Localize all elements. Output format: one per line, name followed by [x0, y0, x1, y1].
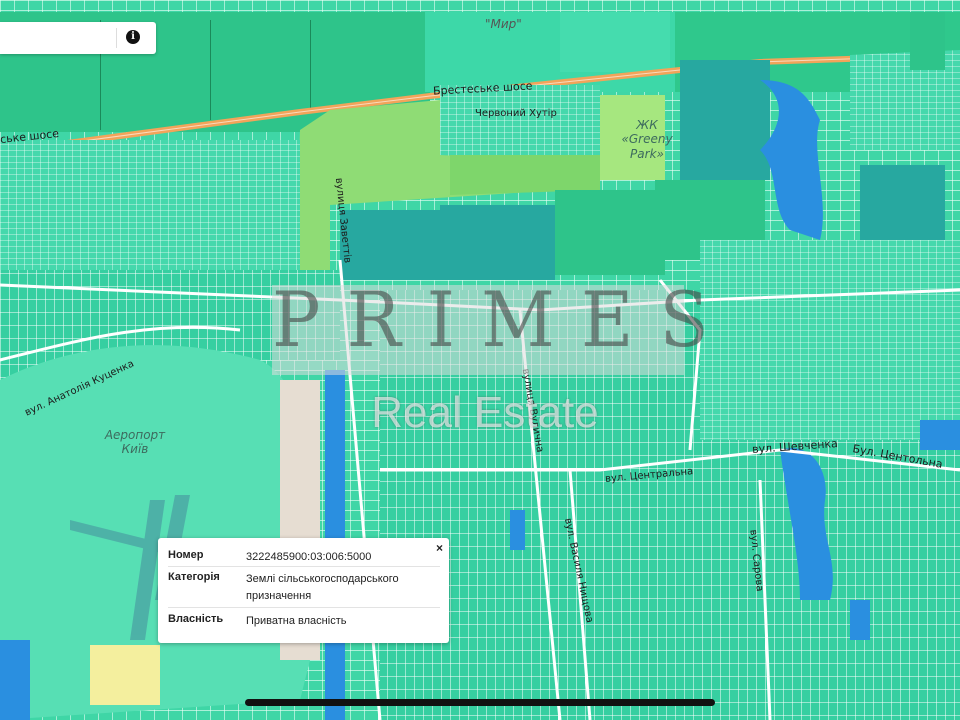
- popup-value-number: 3222485900:03:006:5000: [246, 551, 372, 563]
- search-divider: [116, 28, 117, 48]
- popup-value-category: Землі сільськогосподарського призначення: [246, 573, 399, 602]
- info-icon[interactable]: i: [126, 30, 140, 44]
- search-box[interactable]: i: [0, 22, 156, 54]
- label-greeny-park: ЖК «Greeny Park»: [621, 118, 673, 161]
- popup-key-number: Номер: [168, 549, 204, 561]
- label-myr: "Мир": [485, 17, 522, 31]
- popup-divider: [168, 607, 440, 608]
- popup-key-category: Категорія: [168, 571, 220, 583]
- label-chervonyi-khutir: Червоний Хутір: [475, 108, 557, 119]
- popup-key-ownership: Власність: [168, 613, 224, 625]
- close-icon[interactable]: ×: [436, 541, 443, 555]
- popup-divider: [168, 566, 440, 567]
- popup-value-ownership: Приватна власність: [246, 615, 347, 627]
- label-airport: Аеропорт Київ: [104, 428, 166, 457]
- watermark-title: PRIMES: [272, 275, 735, 365]
- watermark-subtitle: Real Estate: [371, 388, 599, 437]
- parcel-info-popup: × Номер 3222485900:03:006:5000 Категорія…: [158, 538, 449, 643]
- home-indicator[interactable]: [245, 699, 715, 706]
